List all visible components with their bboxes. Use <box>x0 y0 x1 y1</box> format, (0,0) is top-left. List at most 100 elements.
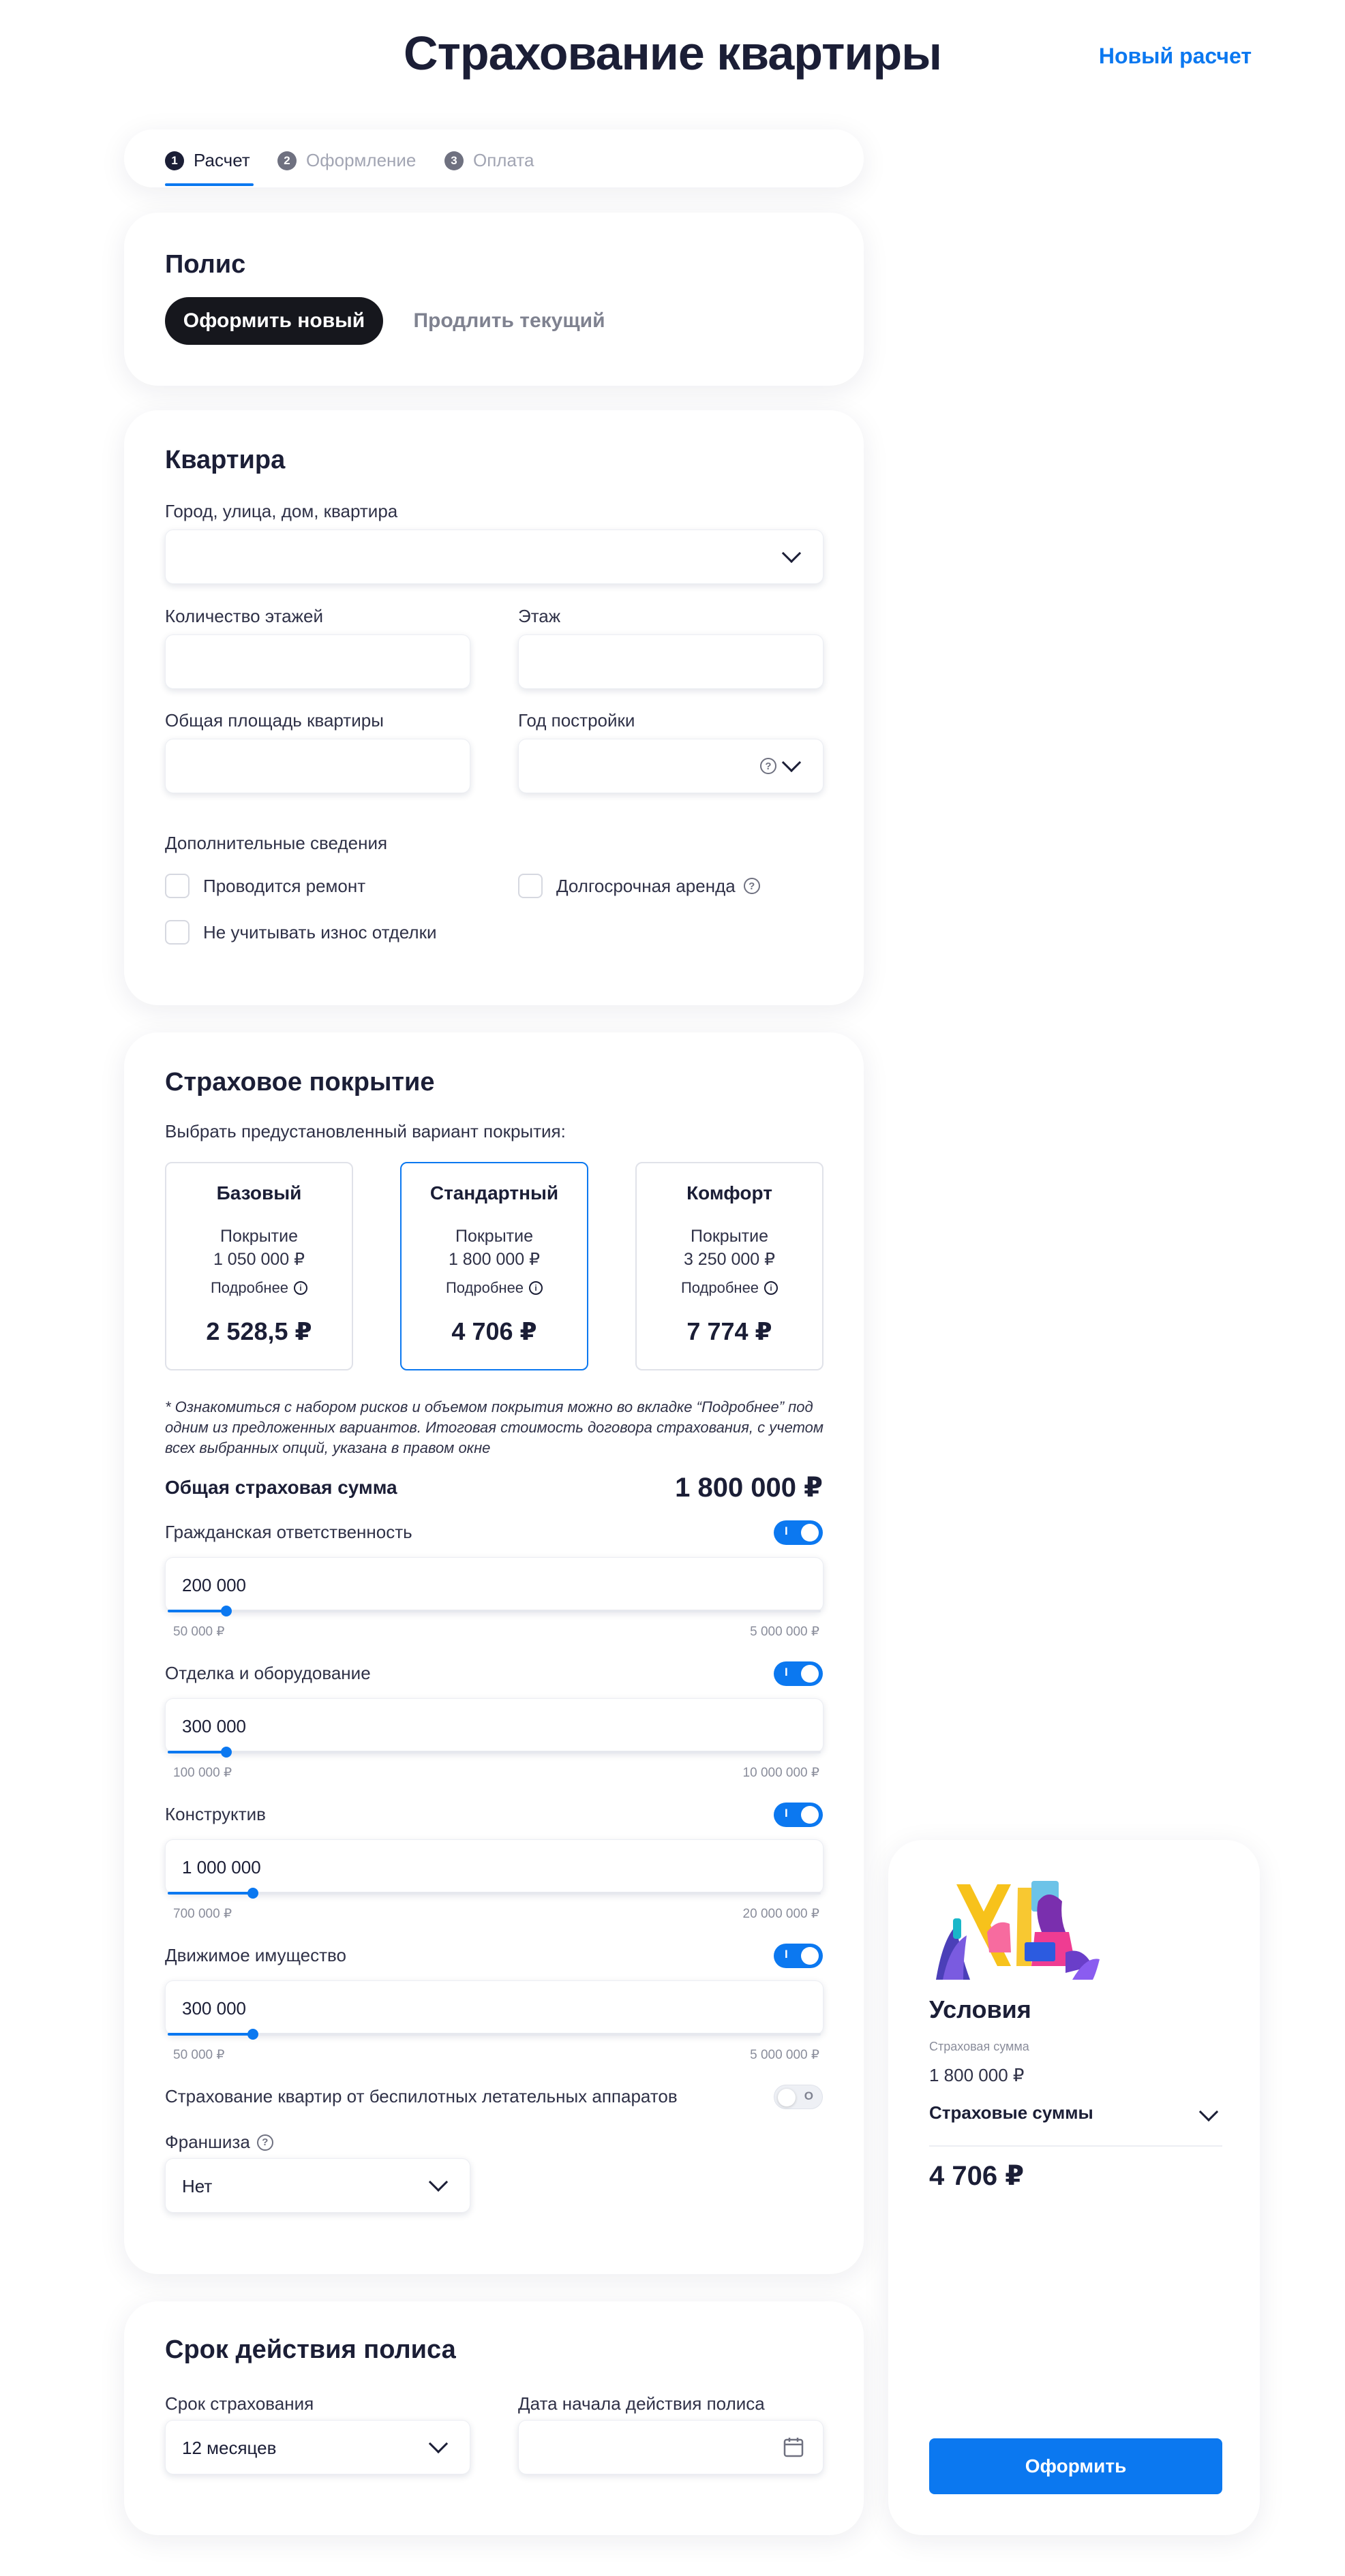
step-label: Расчет <box>194 150 250 170</box>
summary-card: Условия Страховая сумма 1 800 000 ₽ Стра… <box>888 1840 1260 2535</box>
franchise-label-row: Франшиза ? <box>165 2132 273 2153</box>
divider <box>929 2145 1222 2147</box>
repair-checkbox-row[interactable]: Проводится ремонт <box>165 874 365 898</box>
structure-toggle[interactable]: I <box>774 1803 823 1827</box>
question-icon[interactable]: ? <box>256 2134 273 2151</box>
plan-name: Комфорт <box>686 1182 772 1203</box>
plan-more-link[interactable]: Подробнее i <box>166 1279 352 1297</box>
question-icon[interactable]: ? <box>760 758 776 774</box>
drone-toggle[interactable]: O <box>774 2085 823 2109</box>
finishing-amount-input[interactable]: 300 000 <box>165 1698 823 1753</box>
coverage-title: Страховое покрытие <box>165 1068 435 1097</box>
total-sum-value: 1 800 000 ₽ <box>675 1473 823 1503</box>
slider-max-label: 5 000 000 ₽ <box>750 1625 819 1639</box>
rent-checkbox[interactable] <box>518 874 543 898</box>
finishing-toggle[interactable]: I <box>774 1661 823 1686</box>
start-date-input[interactable] <box>518 2420 823 2474</box>
coverage-item-label: Конструктив <box>165 1804 266 1824</box>
steps-bar: 1 Расчет 2 Оформление 3 Оплата <box>124 129 864 187</box>
plan-coverage-value: 1 050 000 ₽ <box>213 1250 305 1269</box>
liability-slider-thumb[interactable] <box>221 1606 232 1616</box>
toggle-knob <box>801 1665 819 1683</box>
plan-more-link[interactable]: Подробнее i <box>637 1279 822 1297</box>
amount-value: 300 000 <box>182 1716 246 1736</box>
franchise-label: Франшиза <box>165 2132 250 2152</box>
step-number: 3 <box>444 151 464 170</box>
summary-title: Условия <box>929 1995 1031 2023</box>
dropdown-label: Страховые суммы <box>929 2102 1093 2123</box>
toggle-knob <box>801 1524 819 1542</box>
new-calculation-link[interactable]: Новый расчет <box>1099 44 1252 69</box>
wear-checkbox-row[interactable]: Не учитывать износ отделки <box>165 920 436 945</box>
slider-min-label: 700 000 ₽ <box>173 1907 232 1921</box>
property-slider-thumb[interactable] <box>247 2029 258 2040</box>
coverage-note: * Ознакомиться с набором рисков и объемо… <box>165 1398 824 1456</box>
slider-min-label: 50 000 ₽ <box>173 2048 225 2062</box>
period-select[interactable]: 12 месяцев <box>165 2420 470 2474</box>
step-label: Оплата <box>473 150 534 170</box>
summary-sum-value: 1 800 000 ₽ <box>929 2065 1025 2085</box>
plan-coverage-label: Покрытие <box>220 1227 298 1246</box>
rent-checkbox-row[interactable]: Долгосрочная аренда ? <box>518 874 760 898</box>
insurance-sums-dropdown[interactable]: Страховые суммы <box>929 2102 1222 2136</box>
question-icon[interactable]: ? <box>743 878 760 894</box>
liability-slider-track[interactable] <box>168 1610 821 1612</box>
period-value: 12 месяцев <box>182 2438 277 2458</box>
franchise-value: Нет <box>182 2176 213 2196</box>
finishing-slider-thumb[interactable] <box>221 1747 232 1758</box>
liability-toggle[interactable]: I <box>774 1520 823 1545</box>
plan-price: 4 706 ₽ <box>451 1317 537 1345</box>
plan-coverage-label: Покрытие <box>455 1227 533 1246</box>
floor-label: Этаж <box>518 606 561 626</box>
step-calculation[interactable]: 1 Расчет <box>165 150 250 171</box>
plan-more-link[interactable]: Подробнее i <box>402 1279 587 1297</box>
year-select[interactable]: ? <box>518 739 823 793</box>
floor-input[interactable] <box>518 634 823 689</box>
repair-checkbox[interactable] <box>165 874 190 898</box>
plan-name: Базовый <box>216 1182 302 1203</box>
amount-value: 1 000 000 <box>182 1857 261 1877</box>
finishing-slider-track[interactable] <box>168 1751 821 1753</box>
step-payment[interactable]: 3 Оплата <box>444 150 534 171</box>
coverage-subtitle: Выбрать предустановленный вариант покрыт… <box>165 1121 566 1141</box>
coverage-item-label: Гражданская ответственность <box>165 1522 412 1542</box>
plan-price: 2 528,5 ₽ <box>206 1317 312 1345</box>
step-registration[interactable]: 2 Оформление <box>277 150 416 171</box>
plan-coverage-value: 1 800 000 ₽ <box>448 1250 541 1269</box>
structure-slider-thumb[interactable] <box>247 1888 258 1899</box>
more-label: Подробнее <box>445 1279 524 1296</box>
step-number: 2 <box>277 151 297 170</box>
franchise-select[interactable]: Нет <box>165 2158 470 2213</box>
plan-comfort[interactable]: Комфорт Покрытие 3 250 000 ₽ Подробнее i 7… <box>635 1162 823 1370</box>
structure-amount-input[interactable]: 1 000 000 <box>165 1839 823 1894</box>
apartment-title: Квартира <box>165 446 286 474</box>
plan-basic[interactable]: Базовый Покрытие 1 050 000 ₽ Подробнее i 2… <box>165 1162 353 1370</box>
plan-standard[interactable]: Стандартный Покрытие 1 800 000 ₽ Подробне… <box>400 1162 588 1370</box>
property-toggle[interactable]: I <box>774 1944 823 1968</box>
area-input[interactable] <box>165 739 470 793</box>
step-number: 1 <box>165 151 184 170</box>
liability-amount-input[interactable]: 200 000 <box>165 1557 823 1612</box>
property-slider-track[interactable] <box>168 2033 821 2036</box>
property-amount-input[interactable]: 300 000 <box>165 1980 823 2035</box>
floors-input[interactable] <box>165 634 470 689</box>
policy-title: Полис <box>165 250 246 279</box>
wear-checkbox[interactable] <box>165 920 190 945</box>
chevron-down-icon <box>428 2434 449 2454</box>
address-select[interactable] <box>165 530 823 584</box>
property-slider-fill <box>168 2033 253 2036</box>
toggle-mark: I <box>785 1666 788 1678</box>
renew-policy-button[interactable]: Продлить текущий <box>397 297 622 345</box>
structure-slider-fill <box>168 1892 253 1895</box>
chevron-down-icon <box>781 752 802 773</box>
new-policy-button[interactable]: Оформить новый <box>165 297 383 345</box>
start-date-label: Дата начала действия полиса <box>518 2393 765 2414</box>
structure-slider-track[interactable] <box>168 1892 821 1895</box>
toggle-knob <box>801 1806 819 1824</box>
toggle-mark: I <box>785 1948 788 1961</box>
calendar-icon[interactable] <box>782 2436 805 2459</box>
illustration-image <box>936 1881 1100 1980</box>
checkout-button[interactable]: Оформить <box>929 2438 1222 2494</box>
wear-label: Не учитывать износ отделки <box>203 921 437 942</box>
coverage-item-label: Отделка и оборудование <box>165 1663 371 1683</box>
